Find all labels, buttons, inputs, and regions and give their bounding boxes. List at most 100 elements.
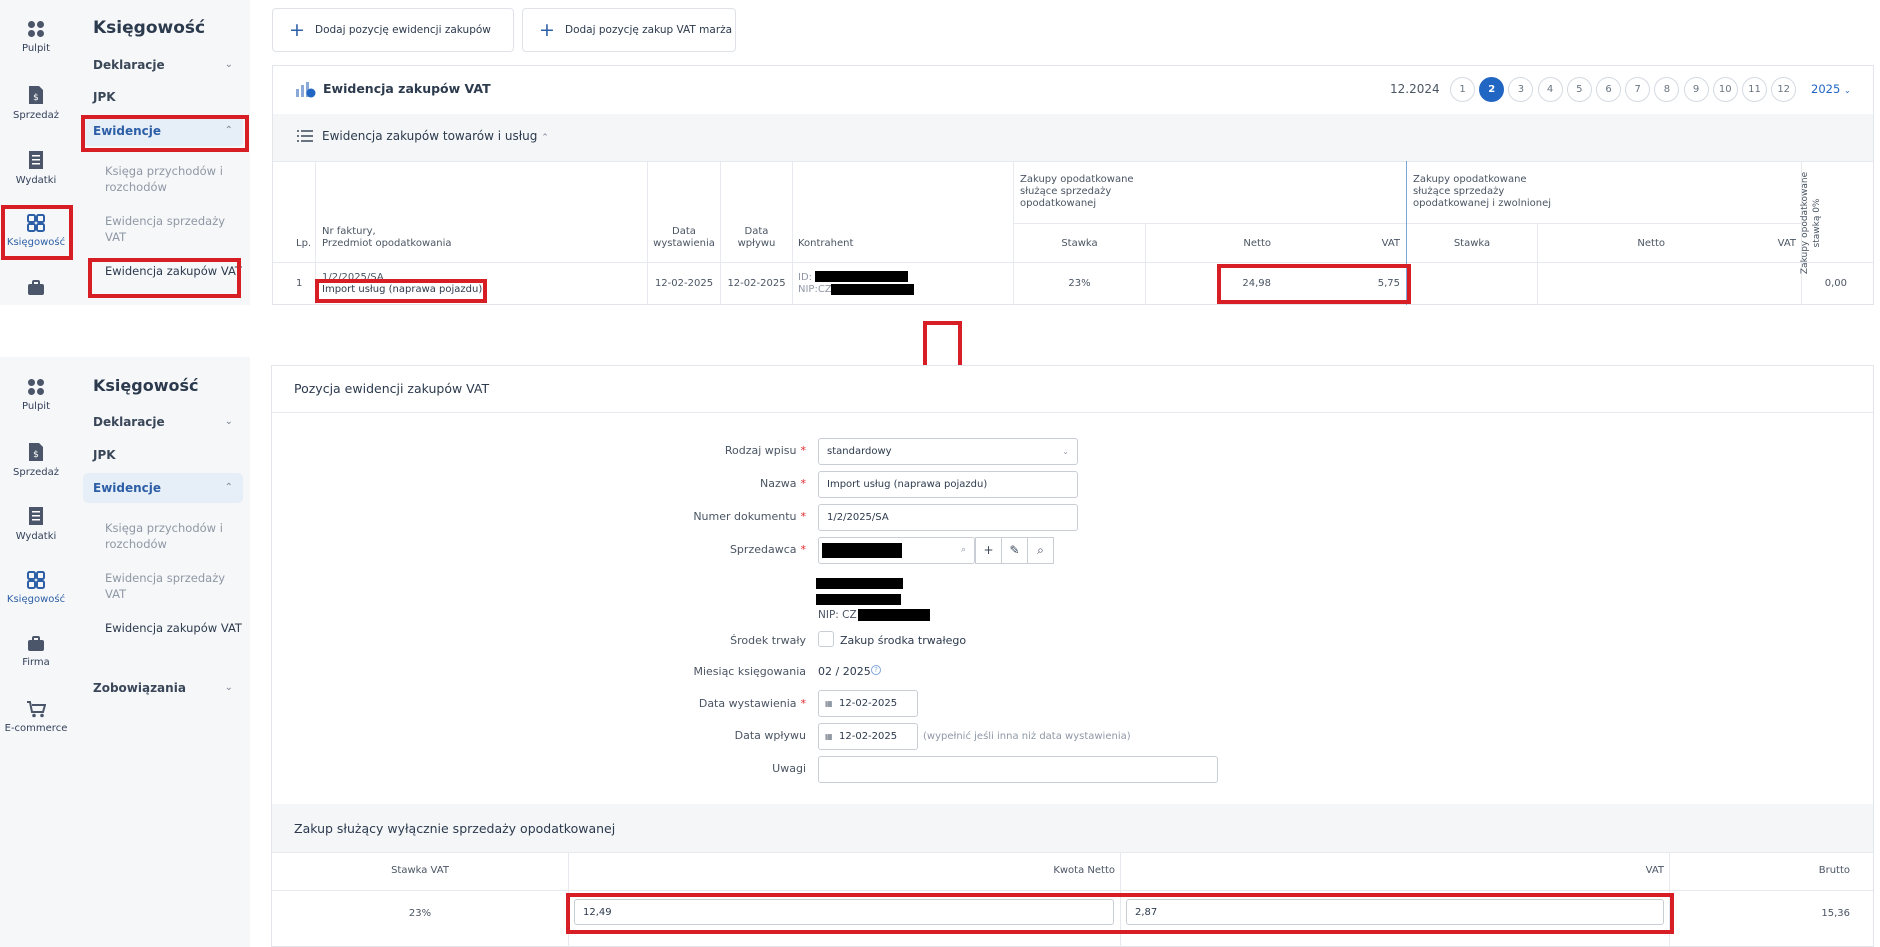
redacted-block (822, 543, 902, 558)
th-lp: Lp. (296, 238, 312, 249)
grid-line (1537, 223, 1538, 305)
srodek-checkbox-label[interactable]: Zakup środka trwałego (840, 634, 966, 647)
td-przedmiot[interactable]: Import usług (naprawa pojazdu) (322, 284, 482, 296)
nav-panel-top (72, 0, 250, 305)
rail-wydatki[interactable]: Wydatki (0, 506, 72, 542)
nav-deklaracje-top[interactable]: Deklaracje ⌄ (83, 50, 243, 80)
year-select[interactable]: 2025 ⌄ (1811, 82, 1851, 96)
rail-ecommerce[interactable]: E-commerce (0, 700, 72, 734)
th-stawka-zero: Zakupy opodatkowane stawką 0% (1800, 171, 1822, 275)
rail-pulpit-top[interactable]: Pulpit (0, 20, 72, 54)
th-vat-2: VAT (1777, 238, 1796, 249)
rail-pulpit[interactable]: Pulpit (0, 378, 72, 412)
td-netto: 24,98 (1242, 278, 1271, 289)
nav-ksiega-top[interactable]: Księga przychodów i rozchodów (105, 163, 245, 195)
nav-jpk-top[interactable]: JPK (83, 82, 243, 112)
nazwa-input[interactable]: Import usług (naprawa pojazdu) (818, 471, 1078, 498)
th-stawka-1: Stawka (1061, 238, 1098, 249)
nav-ew-zakupow-top[interactable]: Ewidencja zakupów VAT (105, 263, 245, 279)
nav-label: Deklaracje (93, 58, 165, 72)
rail-ksiegowosc[interactable]: Księgowość (0, 571, 72, 605)
grid-line (1013, 223, 1801, 224)
rail-wydatki-top[interactable]: Wydatki (0, 150, 72, 186)
calendar-icon: ▦ (825, 699, 833, 708)
th-nr: Nr faktury, (322, 226, 376, 237)
rodzaj-select[interactable]: standardowy ⌄ (818, 438, 1078, 465)
vat-input[interactable]: 2,87 (1126, 899, 1664, 925)
add-vat-position-button[interactable]: +Dodaj pozycję ewidencji zakupów VAT (272, 8, 514, 78)
rail-ksiegowosc-top[interactable]: Księgowość (0, 214, 72, 248)
numer-input[interactable]: 1/2/2025/SA (818, 504, 1078, 531)
search-contractor-button[interactable]: ⌕ (1027, 537, 1054, 564)
nazwa-label: Nazwa * (760, 477, 806, 490)
nav-ewidencje[interactable]: Ewidencje ⌃ (83, 473, 243, 503)
required-marker: * (800, 444, 807, 457)
nav-title: Księgowość (93, 376, 199, 395)
nav-ewidencje-top[interactable]: Ewidencje ⌃ (83, 116, 243, 146)
label-text: Sprzedawca (729, 543, 797, 556)
page-5-button[interactable]: 5 (1566, 77, 1592, 102)
nav-ew-sprzedazy[interactable]: Ewidencja sprzedaży VAT (105, 570, 245, 602)
chart-house-icon (296, 82, 316, 98)
grid-line (315, 161, 316, 305)
plus-icon: + (539, 19, 555, 41)
th-stawka-2: Stawka (1453, 238, 1491, 249)
data-wyst-input[interactable]: ▦ 12-02-2025 (818, 690, 918, 717)
invoice-icon: $ (29, 443, 43, 461)
calendar-icon: ▦ (825, 732, 833, 741)
receipt-icon (29, 151, 43, 169)
data-wyst-label: Data wystawienia * (699, 697, 806, 710)
redacted-block (816, 594, 901, 605)
srodek-checkbox[interactable] (818, 631, 834, 647)
edit-contractor-button[interactable]: ✎ (1001, 537, 1028, 564)
data-wpl-input[interactable]: ▦ 12-02-2025 (818, 723, 918, 750)
page-9-button[interactable]: 9 (1683, 77, 1709, 102)
help-icon[interactable]: ? (871, 665, 881, 675)
section-toggle[interactable]: Ewidencja zakupów towarów i usług ⌃ (322, 129, 549, 143)
grid-line (273, 262, 1873, 263)
grid-icon (27, 571, 45, 589)
list-icon (297, 130, 313, 142)
rail-label: Księgowość (6, 237, 66, 248)
chevron-down-icon: ⌄ (224, 682, 233, 693)
nav-ew-zakupow[interactable]: Ewidencja zakupów VAT (105, 620, 245, 636)
page-6-button[interactable]: 6 (1596, 77, 1621, 102)
rail-sprzedaz[interactable]: $ Sprzedaż (0, 442, 72, 478)
nav-label: Ewidencje (93, 124, 162, 138)
td-vat: 5,75 (1377, 278, 1400, 289)
td-id-label: ID: (798, 272, 813, 283)
td-data-wyst: 12-02-2025 (654, 278, 714, 289)
add-marza-position-button[interactable]: + Dodaj pozycję zakup VAT marża (522, 8, 736, 52)
nav-title-top: Księgowość (93, 18, 206, 38)
uwagi-textarea[interactable] (818, 756, 1218, 783)
date-value: 12-02-2025 (839, 731, 898, 742)
chevron-up-icon: ⌃ (224, 482, 233, 493)
rail-sprzedaz-top[interactable]: $ Sprzedaż (0, 85, 72, 121)
nav-ew-sprzedazy-top[interactable]: Ewidencja sprzedaży VAT (105, 213, 245, 245)
rail-label: Sprzedaż (13, 467, 59, 478)
th-data-wyst-1: Data (672, 226, 696, 237)
nav-label: Zobowiązania (93, 681, 186, 695)
nav-zobowiazania[interactable]: Zobowiązania ⌄ (83, 673, 243, 703)
rail-label: Pulpit (21, 401, 51, 412)
page-10-button[interactable]: 10 (1712, 77, 1738, 102)
rail-firma[interactable]: Firma (0, 636, 72, 668)
uwagi-label: Uwagi (772, 762, 806, 775)
add-contractor-button[interactable]: + (975, 537, 1002, 564)
nav-deklaracje[interactable]: Deklaracje ⌄ (83, 407, 243, 437)
th-group2-3: opodatkowanej i zwolnionej (1413, 198, 1552, 209)
required-marker: * (800, 510, 807, 523)
grid-line (792, 161, 793, 305)
page-4-button[interactable]: 4 (1537, 77, 1563, 102)
nav-label: JPK (93, 90, 116, 104)
briefcase-icon[interactable] (27, 280, 45, 296)
page-1-button[interactable]: 1 (1450, 77, 1475, 102)
td-nr[interactable]: 1/2/2025/SA (322, 272, 384, 284)
nav-ksiega[interactable]: Księga przychodów i rozchodów (105, 520, 245, 552)
kwota-netto-input[interactable]: 12,49 (574, 899, 1114, 925)
td-stawka-vat: 23% (408, 908, 432, 919)
nav-jpk[interactable]: JPK (83, 440, 243, 470)
search-icon: ⌕ (1037, 543, 1044, 557)
page-11-button[interactable]: 11 (1742, 77, 1767, 102)
td-data-wpl: 12-02-2025 (727, 278, 786, 289)
